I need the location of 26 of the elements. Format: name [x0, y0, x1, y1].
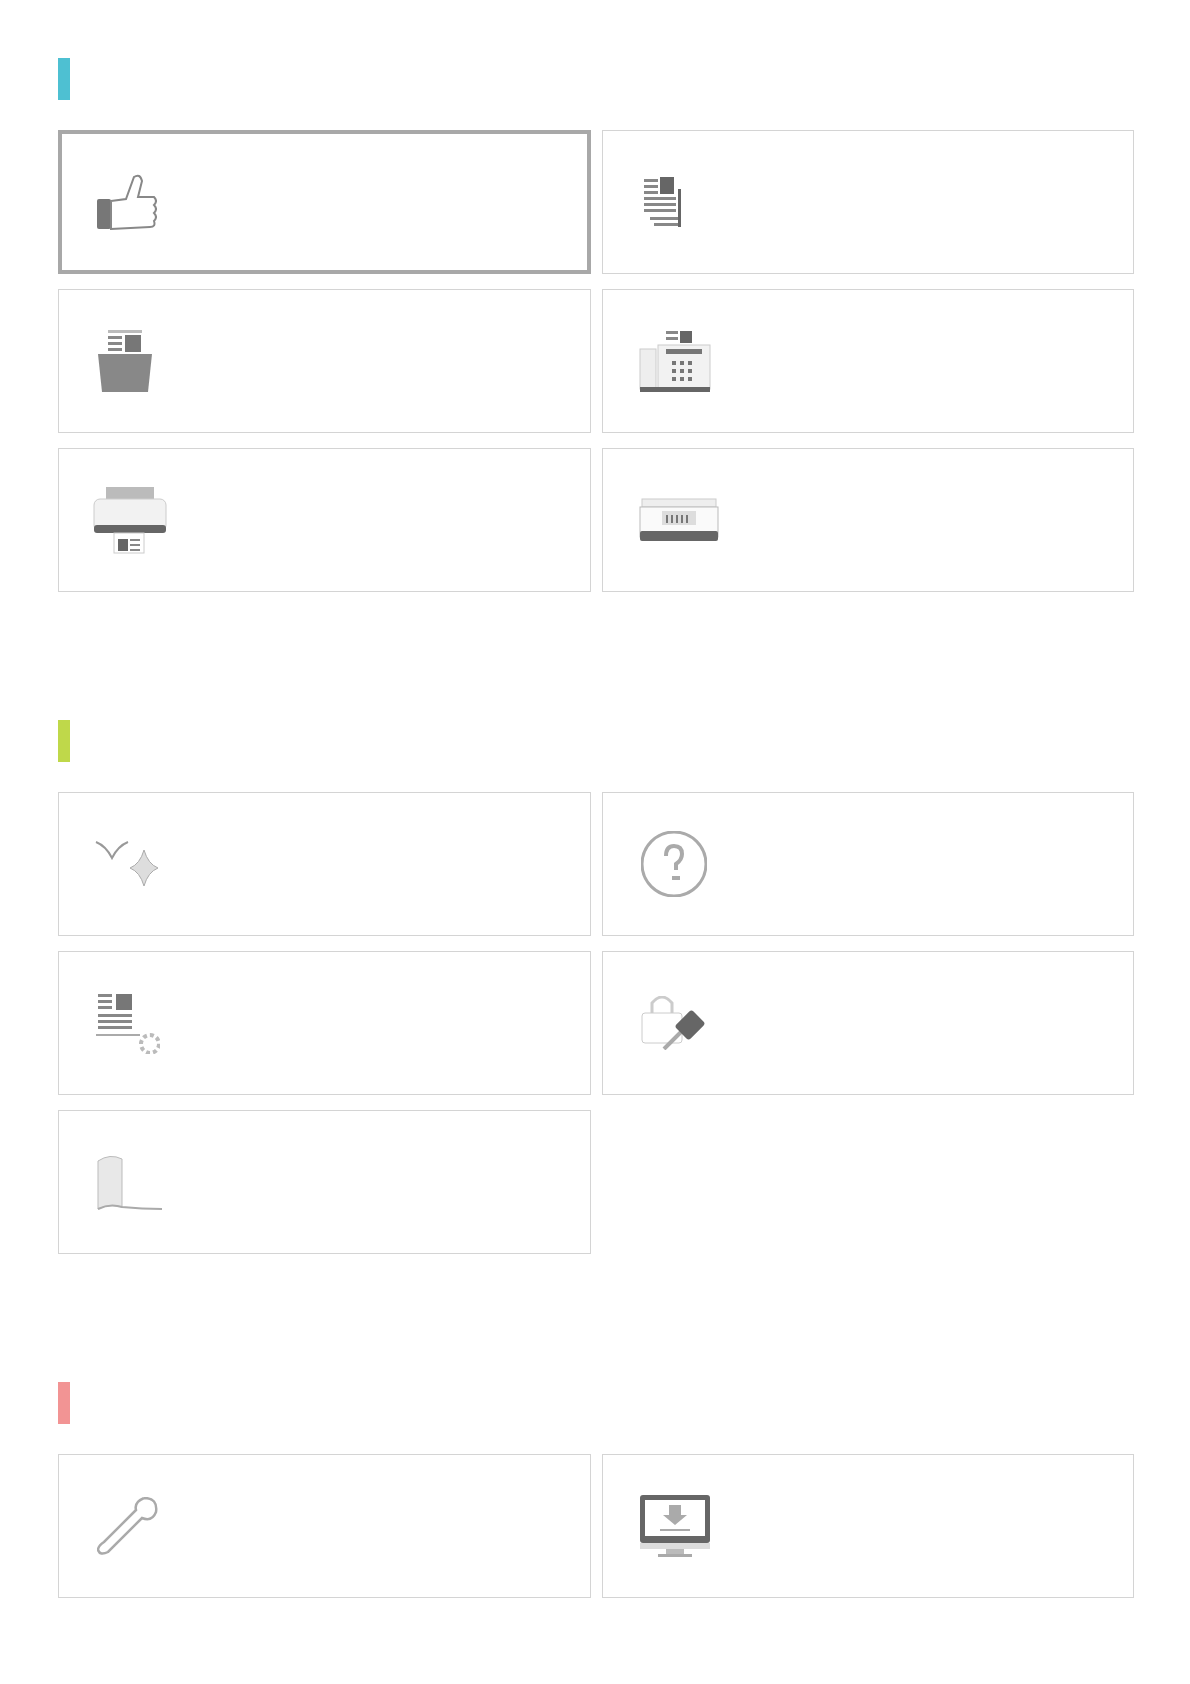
menu-tile[interactable]: [601, 130, 1134, 274]
help-icon: [640, 831, 707, 897]
printer-icon: [93, 486, 167, 554]
fax-machine-icon: [638, 329, 711, 393]
thumbs-up-icon: [96, 174, 157, 230]
menu-tile[interactable]: [58, 1110, 591, 1254]
menu-tile[interactable]: [601, 448, 1134, 592]
wrench-icon: [97, 1497, 158, 1555]
menu-tile[interactable]: [601, 951, 1134, 1095]
document-tray-icon: [97, 329, 153, 393]
lock-and-key-icon: [640, 996, 707, 1050]
menu-tile[interactable]: [601, 289, 1134, 433]
check-and-sparkle-icon: [95, 841, 159, 887]
menu-tile[interactable]: [58, 792, 591, 936]
menu-tile[interactable]: [601, 792, 1134, 936]
menu-tile[interactable]: [58, 1454, 591, 1598]
monitor-download-icon: [638, 1494, 711, 1558]
open-book-icon: [97, 1154, 163, 1210]
menu-tile[interactable]: [58, 951, 591, 1095]
menu-tile[interactable]: [58, 289, 591, 433]
menu-tile[interactable]: [58, 130, 591, 274]
menu-tile[interactable]: [601, 1454, 1134, 1598]
menu-tile[interactable]: [58, 448, 591, 592]
scanner-icon: [638, 498, 719, 542]
document-gear-icon: [95, 992, 160, 1054]
copied-document-icon: [642, 176, 682, 228]
